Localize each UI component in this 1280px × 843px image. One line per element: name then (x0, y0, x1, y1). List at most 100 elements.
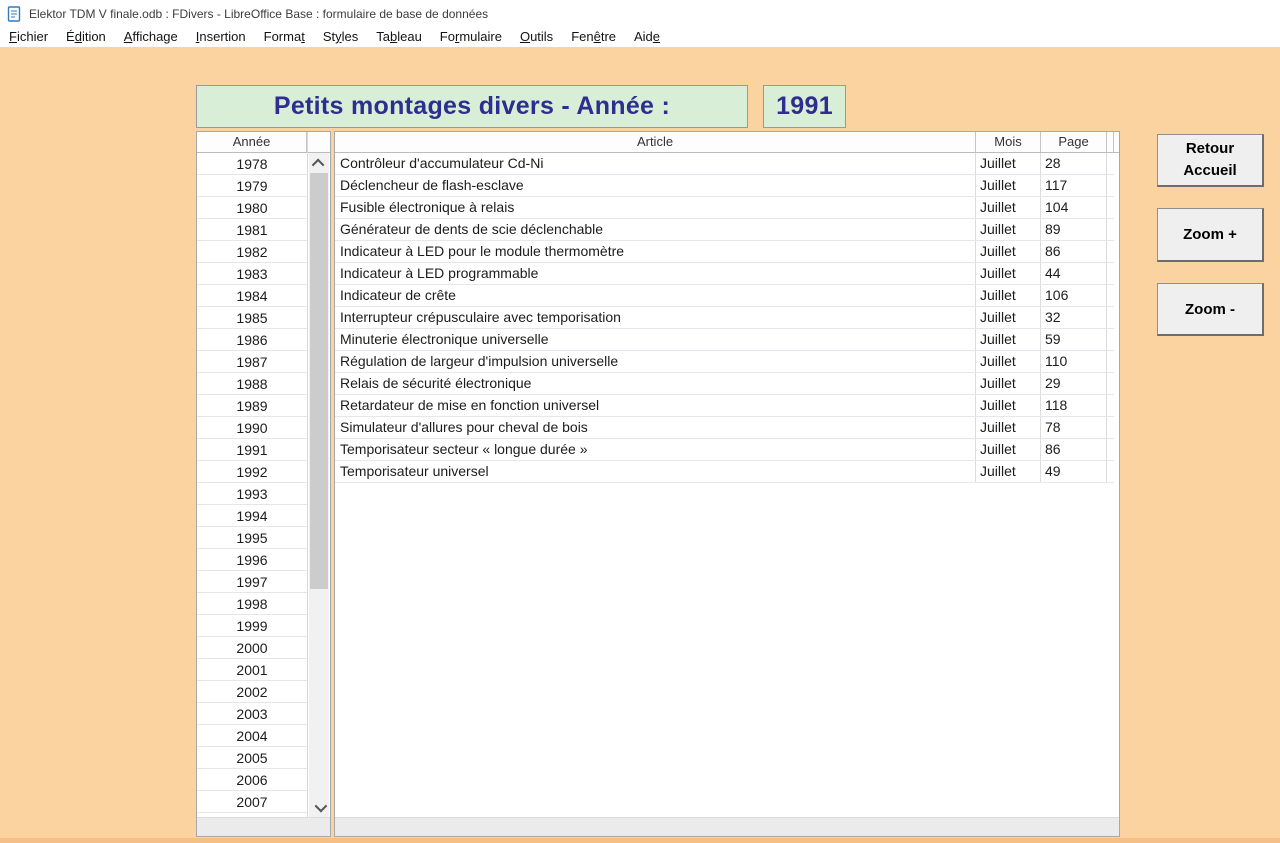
year-row[interactable]: 2000 (197, 637, 307, 659)
year-row[interactable]: 1992 (197, 461, 307, 483)
table-row[interactable]: Indicateur à LED programmable Juillet 44 (335, 263, 1114, 285)
year-row[interactable]: 1984 (197, 285, 307, 307)
year-row[interactable]: 1985 (197, 307, 307, 329)
cell-article: Retardateur de mise en fonction universe… (335, 395, 976, 416)
cell-mois: Juillet (976, 351, 1041, 372)
menu-item-aide[interactable]: Aide (625, 27, 669, 47)
form-background: Petits montages divers - Année : 1991 An… (0, 47, 1280, 843)
cell-page: 32 (1041, 307, 1107, 328)
table-row[interactable]: Relais de sécurité électronique Juillet 29 (335, 373, 1114, 395)
cell-mois: Juillet (976, 219, 1041, 240)
year-value-field[interactable]: 1991 (763, 85, 846, 128)
cell-mois: Juillet (976, 175, 1041, 196)
year-row[interactable]: 2007 (197, 791, 307, 813)
table-row[interactable]: Contrôleur d'accumulateur Cd-Ni Juillet 28 (335, 153, 1114, 175)
menu-item-styles[interactable]: Styles (314, 27, 367, 47)
year-row[interactable]: 1993 (197, 483, 307, 505)
year-row[interactable]: 1980 (197, 197, 307, 219)
table-row[interactable]: Indicateur de crête Juillet 106 (335, 285, 1114, 307)
menu-item-edition[interactable]: Édition (57, 27, 115, 47)
year-row[interactable]: 1979 (197, 175, 307, 197)
menu-item-outils[interactable]: Outils (511, 27, 562, 47)
cell-page: 44 (1041, 263, 1107, 284)
year-row[interactable]: 2004 (197, 725, 307, 747)
articles-panel-footer (335, 817, 1119, 836)
year-row[interactable]: 1996 (197, 549, 307, 571)
year-row[interactable]: 1983 (197, 263, 307, 285)
cell-mois: Juillet (976, 197, 1041, 218)
chevron-down-icon (314, 799, 327, 812)
year-row[interactable]: 1988 (197, 373, 307, 395)
year-row[interactable]: 1995 (197, 527, 307, 549)
table-row[interactable]: Générateur de dents de scie déclenchable… (335, 219, 1114, 241)
table-row[interactable]: Indicateur à LED pour le module thermomè… (335, 241, 1114, 263)
zoom-in-button[interactable]: Zoom + (1157, 208, 1264, 262)
table-row[interactable]: Déclencheur de flash-esclave Juillet 117 (335, 175, 1114, 197)
menu-item-tableau[interactable]: Tableau (367, 27, 431, 47)
retour-accueil-line2: Accueil (1183, 162, 1237, 179)
scroll-down-button[interactable] (309, 797, 329, 817)
window-bottom-edge (0, 838, 1280, 843)
year-row[interactable]: 1997 (197, 571, 307, 593)
cell-mois: Juillet (976, 241, 1041, 262)
cell-article: Indicateur à LED pour le module thermomè… (335, 241, 976, 262)
scrollbar-thumb[interactable] (310, 173, 328, 589)
year-row[interactable]: 1986 (197, 329, 307, 351)
cell-mois: Juillet (976, 153, 1041, 174)
menu-item-fenetre[interactable]: Fenêtre (562, 27, 625, 47)
table-row[interactable]: Simulateur d'allures pour cheval de bois… (335, 417, 1114, 439)
cell-article: Indicateur de crête (335, 285, 976, 306)
retour-accueil-button[interactable]: Retour Accueil (1157, 134, 1264, 187)
year-row[interactable]: 1987 (197, 351, 307, 373)
menu-item-fichier[interactable]: Fichier (0, 27, 57, 47)
year-row[interactable]: 1978 (197, 153, 307, 175)
year-row[interactable]: 2001 (197, 659, 307, 681)
year-row[interactable]: 1982 (197, 241, 307, 263)
year-scrollbar[interactable] (309, 153, 329, 817)
table-row[interactable]: Régulation de largeur d'impulsion univer… (335, 351, 1114, 373)
year-row[interactable]: 1998 (197, 593, 307, 615)
table-row[interactable]: Retardateur de mise en fonction universe… (335, 395, 1114, 417)
year-row[interactable]: 1981 (197, 219, 307, 241)
mois-column-header[interactable]: Mois (976, 132, 1041, 152)
year-row[interactable]: 1991 (197, 439, 307, 461)
menu-item-format[interactable]: Format (255, 27, 314, 47)
retour-accueil-line1: Retour (1185, 140, 1235, 157)
year-row[interactable]: 1989 (197, 395, 307, 417)
menu-item-insertion[interactable]: Insertion (187, 27, 255, 47)
table-row[interactable]: Fusible électronique à relais Juillet 104 (335, 197, 1114, 219)
cell-mois: Juillet (976, 461, 1041, 482)
cell-article: Relais de sécurité électronique (335, 373, 976, 394)
cell-article: Générateur de dents de scie déclenchable (335, 219, 976, 240)
cell-article: Temporisateur universel (335, 461, 976, 482)
cell-article: Contrôleur d'accumulateur Cd-Ni (335, 153, 976, 174)
table-row[interactable]: Minuterie électronique universelle Juille… (335, 329, 1114, 351)
year-row[interactable]: 1994 (197, 505, 307, 527)
window-title: Elektor TDM V finale.odb : FDivers - Lib… (29, 6, 489, 21)
articles-table-panel: Article Mois Page Contrôleur d'accumulat… (334, 131, 1120, 837)
page-column-header[interactable]: Page (1041, 132, 1107, 152)
table-row[interactable]: Temporisateur secteur « longue durée » Ju… (335, 439, 1114, 461)
menu-bar: Fichier Édition Affichage Insertion Format St… (0, 27, 1280, 47)
menu-item-affichage[interactable]: Affichage (115, 27, 187, 47)
year-row[interactable]: 1999 (197, 615, 307, 637)
year-row[interactable]: 1990 (197, 417, 307, 439)
table-row[interactable]: Temporisateur universel Juillet 49 (335, 461, 1114, 483)
year-row[interactable]: 2005 (197, 747, 307, 769)
cell-article: Minuterie électronique universelle (335, 329, 976, 350)
year-row[interactable]: 2006 (197, 769, 307, 791)
scroll-up-button[interactable] (309, 153, 329, 173)
zoom-out-button[interactable]: Zoom - (1157, 283, 1264, 336)
cell-page: 86 (1041, 439, 1107, 460)
menu-item-formulaire[interactable]: Formulaire (431, 27, 511, 47)
cell-page: 104 (1041, 197, 1107, 218)
cell-page: 110 (1041, 351, 1107, 372)
table-row[interactable]: Interrupteur crépusculaire avec temporis… (335, 307, 1114, 329)
year-row[interactable]: 2002 (197, 681, 307, 703)
year-column-header[interactable]: Année (197, 132, 307, 152)
year-row[interactable]: 2003 (197, 703, 307, 725)
articles-rows: Contrôleur d'accumulateur Cd-Ni Juillet 28… (335, 153, 1114, 483)
article-column-header[interactable]: Article (335, 132, 976, 152)
cell-article: Temporisateur secteur « longue durée » (335, 439, 976, 460)
extra-column-header (1107, 132, 1114, 152)
